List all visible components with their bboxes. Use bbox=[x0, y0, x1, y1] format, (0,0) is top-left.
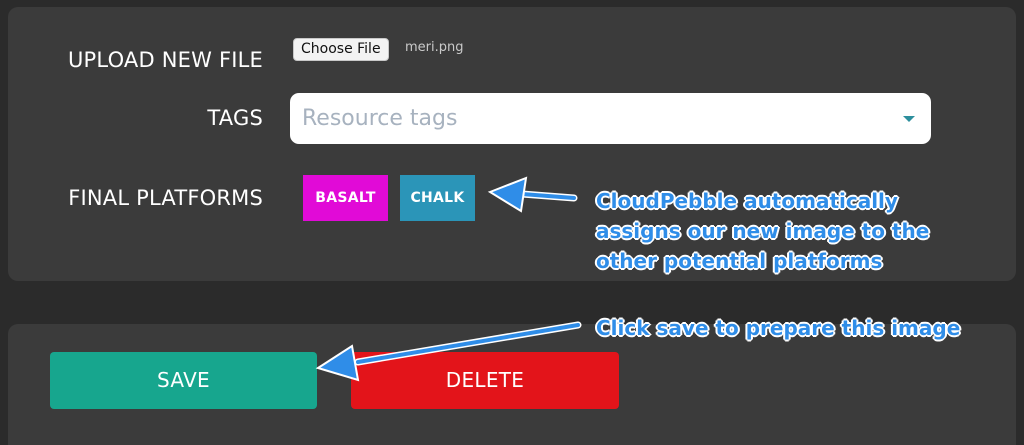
save-button[interactable]: SAVE bbox=[50, 352, 317, 409]
tags-label: TAGS bbox=[207, 106, 263, 130]
choose-file-button[interactable]: Choose File bbox=[293, 38, 389, 61]
screenshot-stage: UPLOAD NEW FILE Choose File meri.png TAG… bbox=[0, 0, 1024, 445]
tags-input[interactable]: Resource tags bbox=[290, 93, 931, 144]
upload-file-label: UPLOAD NEW FILE bbox=[67, 48, 263, 72]
platform-tag-chalk[interactable]: CHALK bbox=[400, 175, 475, 221]
delete-button[interactable]: DELETE bbox=[351, 352, 619, 409]
tags-placeholder: Resource tags bbox=[302, 106, 458, 131]
selected-file-name: meri.png bbox=[405, 40, 464, 55]
final-platforms-label: FINAL PLATFORMS bbox=[68, 186, 263, 210]
annotation-line: CloudPebble automatically bbox=[596, 189, 898, 213]
save-annotation: Click save to prepare this image bbox=[596, 316, 961, 340]
platform-tag-basalt[interactable]: BASALT bbox=[303, 175, 388, 221]
chevron-down-icon[interactable] bbox=[903, 116, 915, 122]
annotation-line: other potential platforms bbox=[596, 249, 883, 273]
annotation-line: assigns our new image to the bbox=[596, 219, 930, 243]
platforms-annotation: CloudPebble automatically assigns our ne… bbox=[596, 186, 929, 276]
